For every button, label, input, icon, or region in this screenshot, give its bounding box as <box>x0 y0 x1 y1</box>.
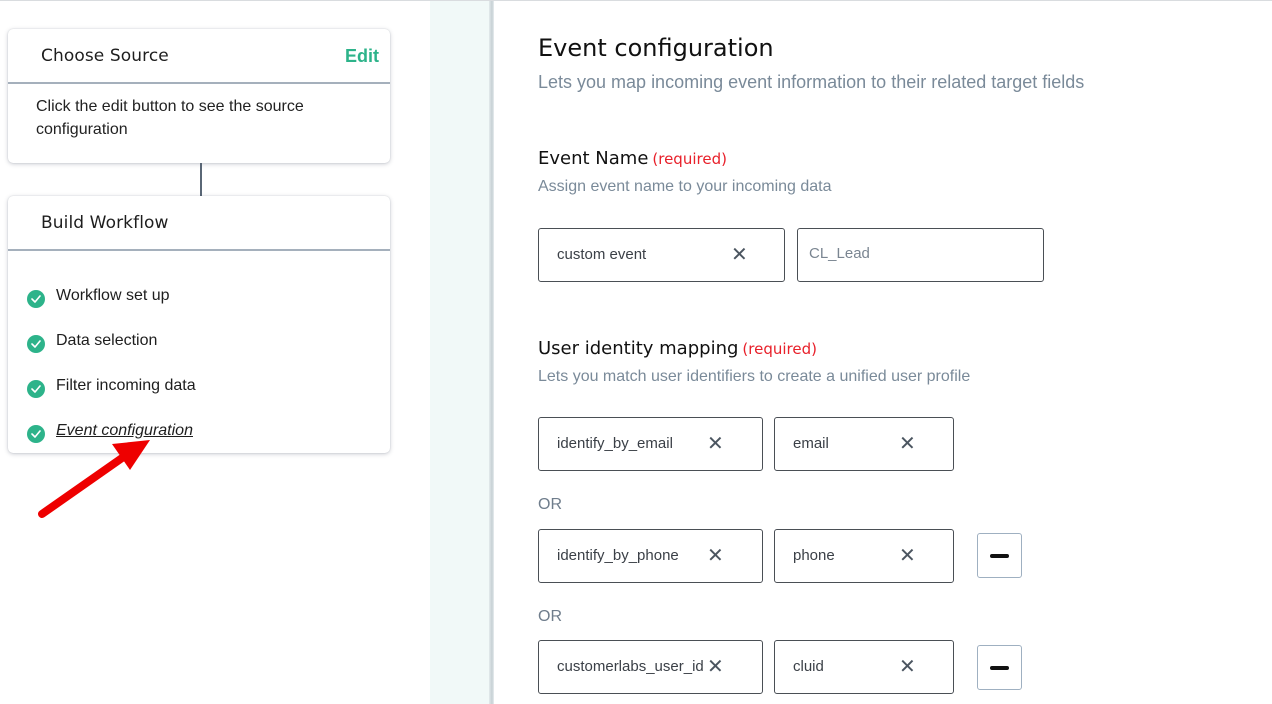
event-name-title: Event Name <box>538 148 649 169</box>
remove-mapping-button[interactable] <box>977 645 1022 690</box>
event-type-value: custom event <box>557 246 647 263</box>
identifier-select[interactable]: customerlabs_user_id ✕ <box>538 640 763 694</box>
target-field-select[interactable]: cluid ✕ <box>774 640 954 694</box>
choose-source-header: Choose Source Edit <box>8 29 390 84</box>
identifier-value: customerlabs_user_id <box>557 658 704 675</box>
event-type-select[interactable]: custom event ✕ <box>538 228 785 282</box>
identifier-select[interactable]: identify_by_email ✕ <box>538 417 763 471</box>
required-label: (required) <box>742 340 817 358</box>
red-arrow-annotation-icon <box>38 440 150 518</box>
workflow-steps-list: Workflow set up Data selection Filter in… <box>8 251 390 453</box>
user-identity-description: Lets you match user identifiers to creat… <box>538 368 971 385</box>
close-icon[interactable]: ✕ <box>707 543 724 567</box>
event-name-input-value: CL_Lead <box>809 245 870 262</box>
check-circle-icon <box>27 379 45 398</box>
page-title: Event configuration <box>538 34 774 62</box>
workflow-step-setup[interactable]: Workflow set up <box>8 273 390 318</box>
identifier-select[interactable]: identify_by_phone ✕ <box>538 529 763 583</box>
panel-divider-strip <box>430 1 492 704</box>
build-workflow-header: Build Workflow <box>8 196 390 251</box>
event-configuration-panel: Event configuration Lets you map incomin… <box>494 1 1272 704</box>
edit-source-button[interactable]: Edit <box>345 46 379 67</box>
event-name-input[interactable]: CL_Lead <box>797 228 1044 282</box>
or-separator: OR <box>538 608 562 625</box>
identifier-value: identify_by_email <box>557 435 673 452</box>
workflow-step-filter[interactable]: Filter incoming data <box>8 363 390 408</box>
target-field-value: phone <box>793 547 835 564</box>
check-circle-icon <box>27 334 45 353</box>
target-field-select[interactable]: email ✕ <box>774 417 954 471</box>
user-identity-section-title: User identity mapping (required) <box>538 338 817 359</box>
choose-source-card: Choose Source Edit Click the edit button… <box>8 29 390 163</box>
build-workflow-title: Build Workflow <box>41 213 169 233</box>
event-name-section-title: Event Name (required) <box>538 148 727 169</box>
close-icon[interactable]: ✕ <box>899 654 916 678</box>
step-label: Data selection <box>56 331 158 349</box>
target-field-value: cluid <box>793 658 824 675</box>
target-field-value: email <box>793 435 829 452</box>
minus-icon <box>990 666 1009 670</box>
page-subtitle: Lets you map incoming event information … <box>538 72 1085 92</box>
close-icon[interactable]: ✕ <box>899 543 916 567</box>
close-icon[interactable]: ✕ <box>899 431 916 455</box>
check-circle-icon <box>27 289 45 308</box>
workflow-step-data-selection[interactable]: Data selection <box>8 318 390 363</box>
target-field-select[interactable]: phone ✕ <box>774 529 954 583</box>
step-connector-line <box>200 163 202 196</box>
required-label: (required) <box>652 150 727 168</box>
event-name-description: Assign event name to your incoming data <box>538 178 832 195</box>
step-label: Workflow set up <box>56 286 170 304</box>
close-icon[interactable]: ✕ <box>731 242 748 266</box>
build-workflow-card: Build Workflow Workflow set up Data sele… <box>8 196 390 453</box>
choose-source-title: Choose Source <box>41 46 169 66</box>
step-label: Filter incoming data <box>56 376 196 394</box>
identifier-value: identify_by_phone <box>557 547 679 564</box>
remove-mapping-button[interactable] <box>977 533 1022 578</box>
choose-source-description: Click the edit button to see the source … <box>36 98 304 138</box>
or-separator: OR <box>538 496 562 513</box>
close-icon[interactable]: ✕ <box>707 654 724 678</box>
minus-icon <box>990 554 1009 558</box>
user-identity-title: User identity mapping <box>538 338 739 359</box>
close-icon[interactable]: ✕ <box>707 431 724 455</box>
